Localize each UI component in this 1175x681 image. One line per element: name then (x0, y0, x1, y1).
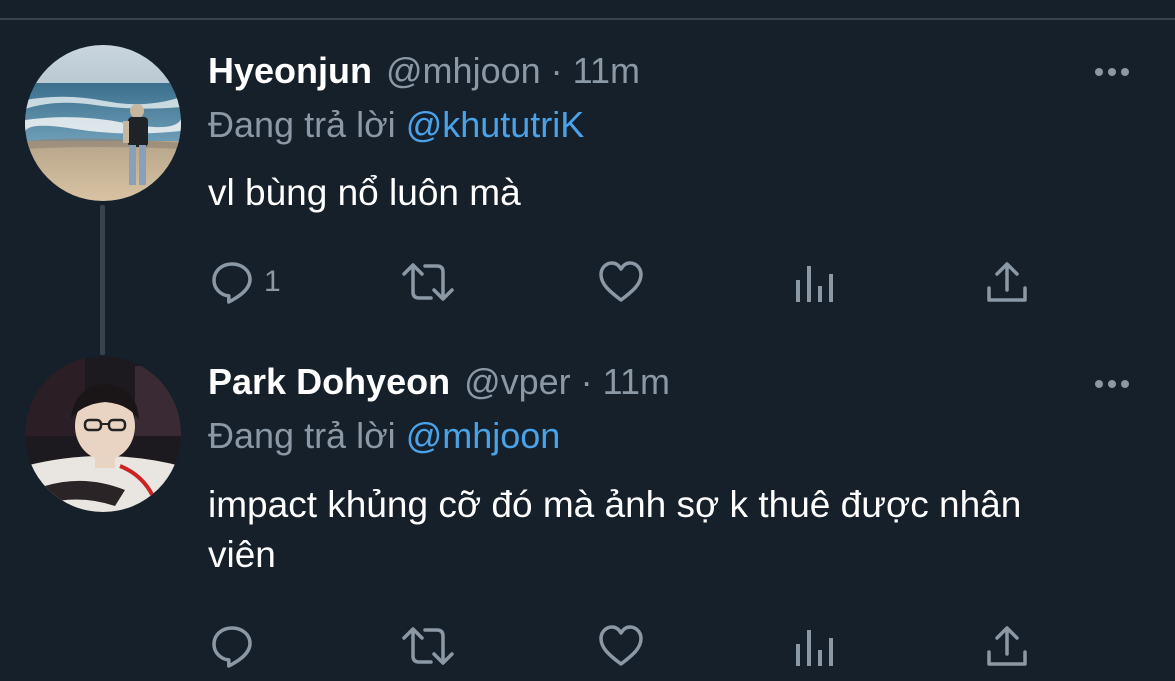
timestamp[interactable]: 11m (603, 361, 670, 403)
tweet-thread: Hyeonjun @mhjoon · 11m Đang trả lời @khut… (0, 0, 1175, 681)
like-button[interactable] (597, 254, 645, 310)
replying-label: Đang trả lời (208, 415, 396, 456)
replying-to-mention[interactable]: @khututriK (406, 104, 585, 145)
analytics-button[interactable] (793, 254, 837, 310)
top-divider (0, 18, 1175, 20)
tweet-text: vl bùng nổ luôn mà (208, 172, 521, 213)
replying-to-line: Đang trả lời @khututriK (208, 104, 584, 146)
more-icon (1095, 380, 1129, 388)
retweet-icon (402, 263, 454, 301)
replying-to-mention[interactable]: @mhjoon (406, 415, 561, 456)
timestamp[interactable]: 11m (573, 50, 640, 92)
reply-button[interactable]: 1 (208, 254, 281, 310)
reply-button[interactable] (208, 618, 264, 674)
more-icon (1095, 68, 1129, 76)
retweet-button[interactable] (400, 618, 456, 674)
tweet-header: Hyeonjun @mhjoon · 11m (208, 47, 640, 95)
display-name[interactable]: Park Dohyeon (208, 361, 450, 403)
separator-dot: · (550, 50, 563, 91)
more-options-button[interactable] (1092, 374, 1132, 394)
more-options-button[interactable] (1092, 62, 1132, 82)
analytics-button[interactable] (793, 618, 837, 674)
reply-icon (212, 626, 252, 668)
display-name[interactable]: Hyeonjun (208, 50, 372, 92)
tweet-actions: 1 (0, 254, 1175, 310)
tweet-text: impact khủng cỡ đó mà ảnh sợ k thuê được… (208, 484, 1022, 575)
like-icon (599, 625, 643, 666)
avatar-park-dohyeon[interactable] (25, 356, 181, 512)
avatar-hyeonjun[interactable] (25, 45, 181, 201)
separator-dot: · (580, 361, 593, 402)
like-icon (599, 261, 643, 302)
replying-label: Đang trả lời (208, 104, 396, 145)
user-handle[interactable]: @mhjoon (386, 50, 541, 92)
share-icon (987, 262, 1027, 302)
reply-icon (212, 262, 252, 304)
share-icon (987, 626, 1027, 666)
reply-count: 1 (264, 265, 281, 298)
retweet-button[interactable] (400, 254, 456, 310)
tweet-actions (0, 618, 1175, 674)
analytics-icon (796, 266, 833, 302)
share-button[interactable] (985, 254, 1029, 310)
share-button[interactable] (985, 618, 1029, 674)
retweet-icon (402, 627, 454, 665)
tweet-header: Park Dohyeon @vper · 11m (208, 358, 670, 406)
like-button[interactable] (597, 618, 645, 674)
analytics-icon (796, 630, 833, 666)
replying-to-line: Đang trả lời @mhjoon (208, 415, 560, 457)
user-handle[interactable]: @vper (464, 361, 571, 403)
